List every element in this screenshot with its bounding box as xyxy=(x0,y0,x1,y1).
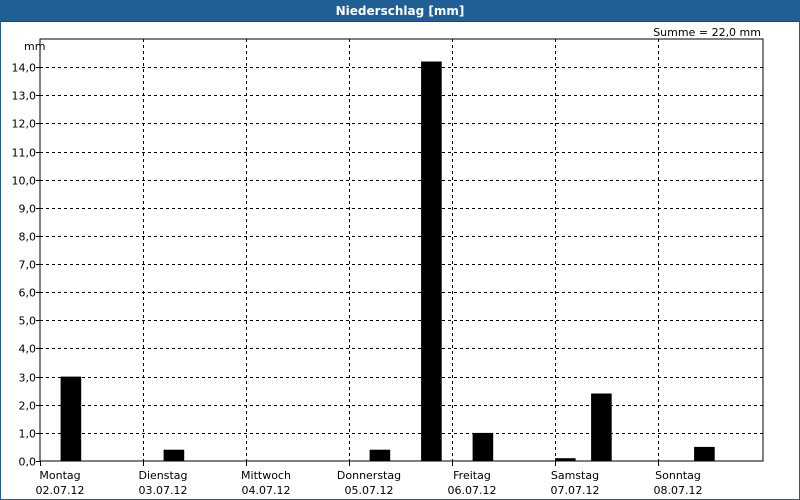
precipitation-bar xyxy=(60,376,82,461)
precipitation-bar xyxy=(472,432,494,461)
y-tick-label: 1,0 xyxy=(19,428,37,441)
y-tick-label: 9,0 xyxy=(19,203,37,216)
x-date-label: 07.07.12 xyxy=(551,484,600,497)
y-tick-label: 10,0 xyxy=(12,175,37,188)
x-day-label: Sonntag xyxy=(655,469,701,482)
y-tick-label: 13,0 xyxy=(12,90,37,103)
x-day-label: Samstag xyxy=(551,469,599,482)
y-tick-label: 14,0 xyxy=(12,62,37,75)
y-tick-label: 12,0 xyxy=(12,118,37,131)
x-day-label: Montag xyxy=(39,469,80,482)
y-tick-label: 7,0 xyxy=(19,259,37,272)
precipitation-bar xyxy=(163,449,185,461)
x-day-label: Dienstag xyxy=(138,469,187,482)
x-date-label: 05.07.12 xyxy=(345,484,394,497)
bars xyxy=(60,61,715,461)
y-tick-label: 11,0 xyxy=(12,147,37,160)
y-tick-label: 0,0 xyxy=(19,456,37,469)
x-day-label: Freitag xyxy=(453,469,491,482)
precipitation-bar xyxy=(591,393,612,461)
x-date-label: 08.07.12 xyxy=(654,484,703,497)
precipitation-bar xyxy=(369,449,391,461)
x-axis-labels: Montag 02.07.12 Dienstag 03.07.12 Mittwoch 04… xyxy=(36,461,703,497)
precipitation-bar xyxy=(421,61,442,461)
y-tick-label: 8,0 xyxy=(19,231,37,244)
x-date-label: 04.07.12 xyxy=(242,484,291,497)
grid-lines xyxy=(40,39,763,461)
x-day-label: Donnerstag xyxy=(337,469,401,482)
x-day-label: Mittwoch xyxy=(241,469,291,482)
y-tick-label: 2,0 xyxy=(19,400,37,413)
y-tick-label: 5,0 xyxy=(19,315,37,328)
y-axis-ticks: 0,0 1,0 2,0 3,0 4,0 5,0 6,0 7,0 8,0 9,0 10,0 11,0 12… xyxy=(12,62,40,469)
precipitation-bar xyxy=(694,446,715,461)
x-date-label: 03.07.12 xyxy=(139,484,188,497)
precipitation-chart: 0,0 1,0 2,0 3,0 4,0 5,0 6,0 7,0 8,0 9,0 10,0 11,0 12… xyxy=(12,26,764,497)
y-tick-label: 6,0 xyxy=(19,287,37,300)
y-axis-unit-label: mm xyxy=(24,40,45,53)
y-tick-label: 3,0 xyxy=(19,372,37,385)
y-tick-label: 4,0 xyxy=(19,343,37,356)
plot-border xyxy=(39,38,764,462)
x-date-label: 02.07.12 xyxy=(36,484,85,497)
x-date-label: 06.07.12 xyxy=(448,484,497,497)
sum-label: Summe = 22,0 mm xyxy=(653,26,761,39)
